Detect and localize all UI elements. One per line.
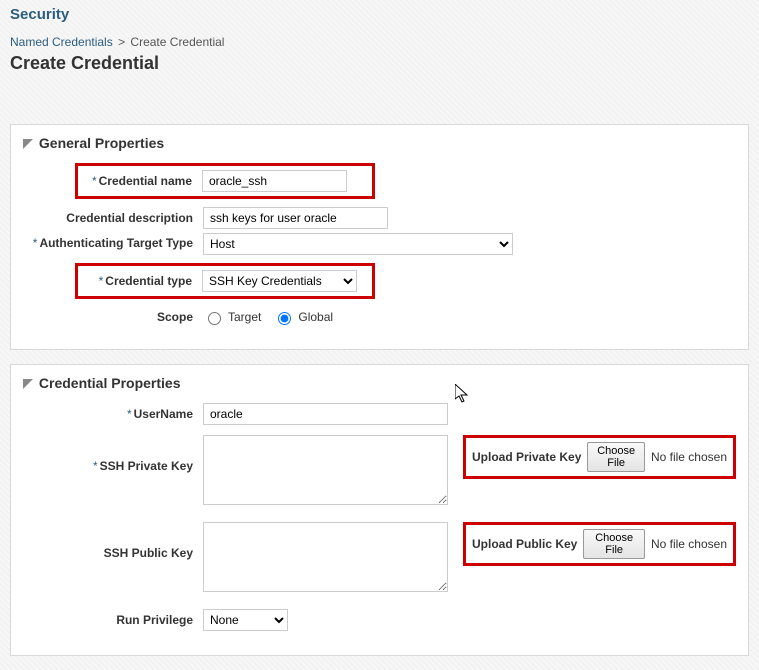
upload-private-key-label: Upload Private Key — [472, 450, 581, 464]
private-key-file-status: No file chosen — [651, 450, 727, 464]
upload-public-key-highlight: Upload Public Key Choose File No file ch… — [463, 522, 736, 566]
upload-public-key-label: Upload Public Key — [472, 537, 577, 551]
page-title: Create Credential — [10, 53, 749, 74]
ssh-private-key-textarea[interactable] — [203, 435, 448, 505]
general-properties-header[interactable]: General Properties — [23, 135, 736, 151]
credential-properties-panel: Credential Properties *UserName *SSH Pri… — [10, 364, 749, 656]
disclosure-triangle-icon — [23, 379, 33, 389]
credential-description-input[interactable] — [203, 207, 388, 229]
credential-name-highlight: *Credential name — [75, 163, 375, 199]
ssh-public-key-textarea[interactable] — [203, 522, 448, 592]
disclosure-triangle-icon — [23, 139, 33, 149]
credential-type-label: *Credential type — [82, 274, 202, 288]
auth-target-type-select[interactable]: Host — [203, 233, 513, 255]
ssh-public-key-label: SSH Public Key — [23, 522, 203, 560]
run-privilege-select[interactable]: None — [203, 609, 288, 631]
credential-description-label: Credential description — [23, 211, 203, 225]
credential-type-select[interactable]: SSH Key Credentials — [202, 270, 357, 292]
choose-file-private-button[interactable]: Choose File — [587, 442, 645, 472]
breadcrumb-current: Create Credential — [130, 35, 224, 49]
credential-name-input[interactable] — [202, 170, 347, 192]
auth-target-type-label: *Authenticating Target Type — [23, 237, 203, 250]
credential-properties-header[interactable]: Credential Properties — [23, 375, 736, 391]
security-heading: Security — [10, 6, 749, 23]
scope-target-radio[interactable]: Target — [203, 309, 261, 325]
credential-properties-title: Credential Properties — [39, 375, 181, 391]
username-label: *UserName — [23, 407, 203, 421]
scope-label: Scope — [23, 310, 203, 324]
username-input[interactable] — [203, 403, 448, 425]
upload-private-key-highlight: Upload Private Key Choose File No file c… — [463, 435, 736, 479]
credential-name-label: *Credential name — [82, 174, 202, 188]
credential-type-highlight: *Credential type SSH Key Credentials — [75, 263, 375, 299]
run-privilege-label: Run Privilege — [23, 613, 203, 627]
breadcrumb-named-credentials[interactable]: Named Credentials — [10, 35, 113, 49]
breadcrumb-separator: > — [118, 35, 125, 49]
general-properties-title: General Properties — [39, 135, 164, 151]
scope-global-radio[interactable]: Global — [273, 309, 333, 325]
public-key-file-status: No file chosen — [651, 537, 727, 551]
general-properties-panel: General Properties *Credential name Cred… — [10, 124, 749, 350]
ssh-private-key-label: *SSH Private Key — [23, 435, 203, 473]
breadcrumb: Named Credentials > Create Credential — [10, 35, 749, 49]
choose-file-public-button[interactable]: Choose File — [583, 529, 645, 559]
